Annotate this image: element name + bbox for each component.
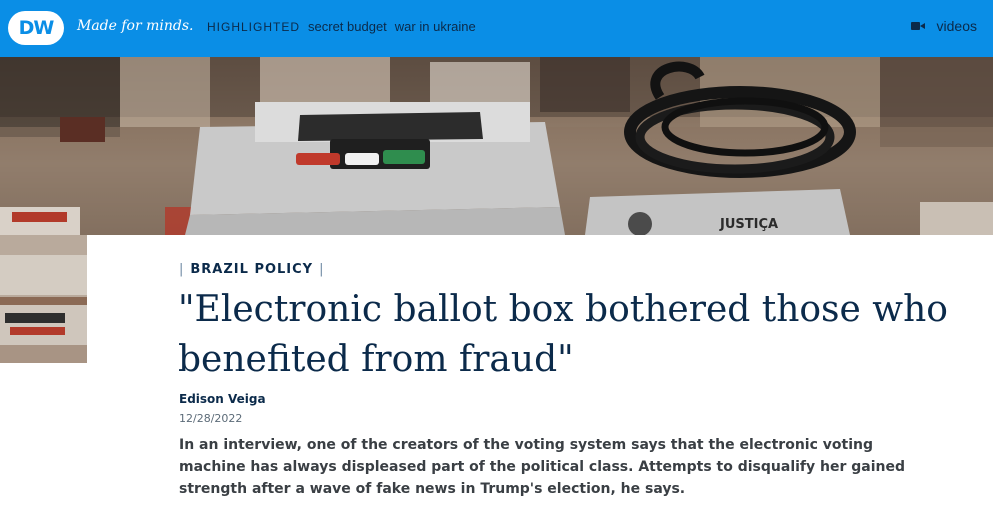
highlighted-nav: HIGHLIGHTED secret budget war in ukraine	[207, 19, 476, 34]
nav-link-secret-budget[interactable]: secret budget	[308, 19, 387, 34]
hero-illustration: JUSTIÇA	[0, 57, 993, 235]
nav-link-war-in-ukraine[interactable]: war in ukraine	[395, 19, 476, 34]
dw-logo[interactable]: DW	[8, 11, 64, 45]
videos-label: videos	[936, 18, 977, 34]
article-author[interactable]: Edison Veiga	[179, 392, 266, 406]
article-date: 12/28/2022	[179, 412, 243, 425]
kicker-divider-left: |	[179, 262, 185, 277]
hero-illustration-lower	[0, 235, 87, 363]
video-camera-icon	[910, 21, 925, 31]
hero-image: JUSTIÇA	[0, 57, 993, 235]
article-card: | BRAZIL POLICY | "Electronic ballot box…	[87, 235, 993, 510]
nav-label-highlighted: HIGHLIGHTED	[207, 19, 301, 34]
article-headline: "Electronic ballot box bothered those wh…	[178, 289, 948, 380]
kicker-category-link[interactable]: BRAZIL POLICY	[190, 262, 313, 277]
slogan: Made for minds.	[77, 18, 194, 34]
hero-machine-label: JUSTIÇA	[719, 217, 778, 232]
article-teaser: In an interview, one of the creators of …	[179, 437, 906, 497]
logo-text: DW	[18, 17, 55, 39]
site-header: DW Made for minds. HIGHLIGHTED secret bu…	[0, 0, 993, 57]
hero-image-continuation	[0, 235, 87, 363]
videos-link[interactable]: videos	[910, 18, 977, 34]
kicker-divider-right: |	[319, 262, 325, 277]
article-kicker: | BRAZIL POLICY |	[179, 262, 325, 277]
